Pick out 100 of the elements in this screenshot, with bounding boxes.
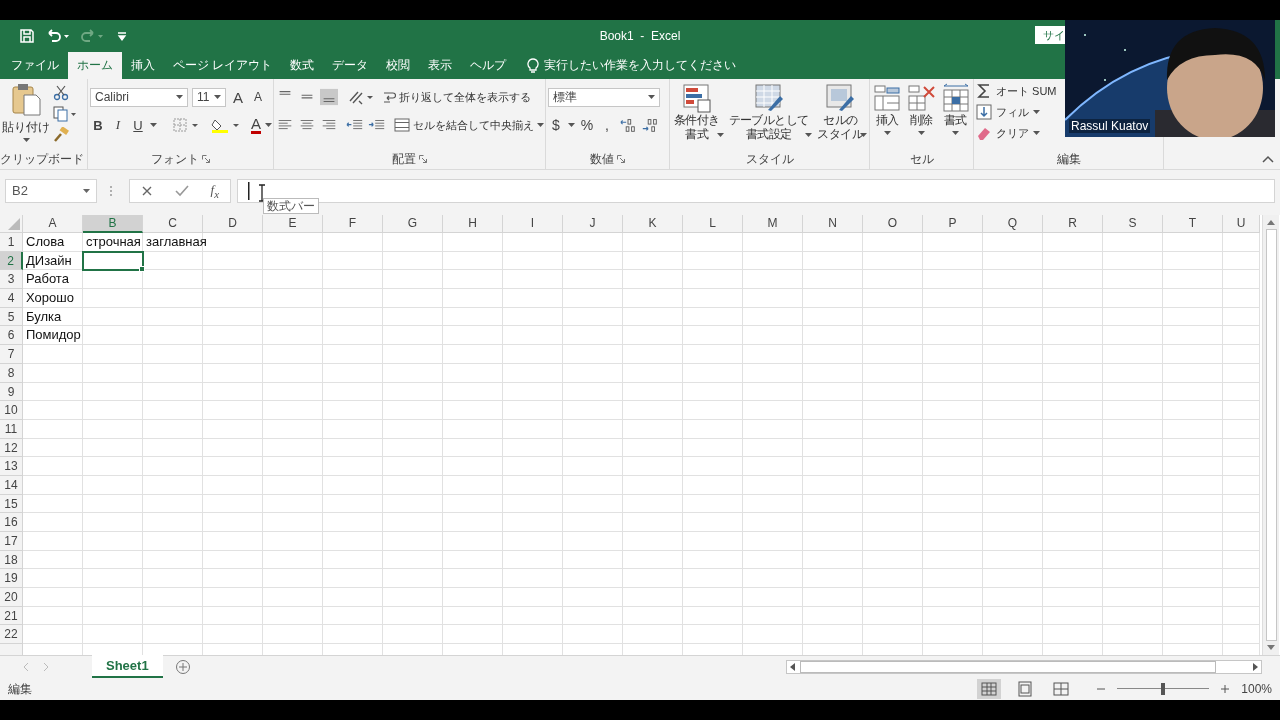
row-header[interactable]: 7: [0, 345, 23, 364]
ribbon-tab[interactable]: ファイル: [2, 52, 68, 79]
row-header[interactable]: 20: [0, 588, 23, 607]
paste-button[interactable]: 貼り付け: [2, 83, 50, 142]
column-header[interactable]: L: [683, 215, 743, 233]
row-header[interactable]: 3: [0, 270, 23, 290]
currency-button[interactable]: $: [548, 117, 564, 133]
decrease-decimal-icon[interactable]: [641, 117, 659, 133]
scroll-up-icon[interactable]: [1267, 219, 1275, 225]
editing-button[interactable]: クリア: [976, 125, 1040, 141]
launcher-icon[interactable]: [419, 155, 427, 163]
font-color-button[interactable]: A: [251, 116, 261, 134]
table-cell[interactable]: Слова: [23, 233, 83, 252]
collapse-ribbon-icon[interactable]: [1262, 155, 1274, 163]
row-header[interactable]: 19: [0, 569, 23, 589]
table-cell[interactable]: строчная: [83, 233, 143, 252]
row-header[interactable]: 22: [0, 625, 23, 645]
table-cell[interactable]: Работа: [23, 270, 83, 290]
ribbon-tab[interactable]: 校閲: [377, 52, 420, 79]
ribbon-tab[interactable]: 数式: [281, 52, 324, 79]
percent-button[interactable]: %: [579, 117, 595, 133]
scroll-left-icon[interactable]: [790, 663, 796, 671]
table-cell[interactable]: ДИзайн: [23, 251, 83, 271]
comma-button[interactable]: ,: [599, 117, 615, 133]
add-sheet-icon[interactable]: [174, 659, 191, 675]
column-header[interactable]: D: [203, 215, 263, 233]
launcher-icon[interactable]: [202, 155, 210, 163]
table-cell[interactable]: Помидор: [23, 326, 83, 346]
column-header[interactable]: T: [1163, 215, 1223, 233]
column-header[interactable]: P: [923, 215, 983, 233]
style-button[interactable]: セルの スタイル: [815, 83, 868, 141]
ribbon-tab[interactable]: 表示: [419, 52, 462, 79]
horizontal-scrollbar[interactable]: [786, 660, 1262, 674]
grow-font-button[interactable]: A: [230, 88, 246, 106]
column-header[interactable]: F: [323, 215, 383, 233]
zoom-out-icon[interactable]: [1097, 685, 1106, 693]
style-button[interactable]: テーブルとして 書式設定: [726, 83, 813, 141]
fill-color-icon[interactable]: [211, 117, 241, 133]
column-header[interactable]: Q: [983, 215, 1043, 233]
column-header[interactable]: G: [383, 215, 443, 233]
row-header[interactable]: 17: [0, 532, 23, 551]
vertical-scrollbar[interactable]: [1262, 215, 1279, 655]
column-header[interactable]: R: [1043, 215, 1103, 233]
column-header[interactable]: K: [623, 215, 683, 233]
caret-icon[interactable]: [568, 123, 575, 127]
editing-button[interactable]: オート SUM: [976, 83, 1057, 99]
select-all-icon[interactable]: [8, 218, 20, 230]
zoom-in-icon[interactable]: [1221, 685, 1230, 693]
ribbon-tab[interactable]: 挿入: [122, 52, 164, 79]
row-header[interactable]: 10: [0, 401, 23, 420]
name-box[interactable]: B2: [5, 178, 97, 203]
next-sheet-icon[interactable]: [42, 662, 50, 672]
scissors-icon[interactable]: [53, 85, 69, 101]
column-header[interactable]: M: [743, 215, 803, 233]
save-icon[interactable]: [19, 28, 35, 44]
column-header[interactable]: S: [1103, 215, 1163, 233]
column-header[interactable]: H: [443, 215, 503, 233]
row-header[interactable]: 1: [0, 233, 23, 252]
cells-button[interactable]: 書式: [940, 83, 971, 135]
row-header[interactable]: 16: [0, 513, 23, 532]
font-name-field[interactable]: Calibri: [90, 87, 188, 107]
font-size-field[interactable]: 11: [192, 87, 226, 107]
row-header[interactable]: 6: [0, 326, 23, 346]
merge-center-button[interactable]: セルを結合して中央揃え: [394, 117, 544, 133]
column-header[interactable]: E: [263, 215, 323, 233]
tell-me-field[interactable]: 実行したい作業を入力してください: [544, 57, 737, 74]
shrink-font-button[interactable]: A: [250, 90, 266, 104]
column-header[interactable]: O: [863, 215, 923, 233]
column-header[interactable]: U: [1223, 215, 1260, 233]
orientation-icon[interactable]: [348, 89, 374, 105]
italic-button[interactable]: I: [110, 117, 126, 133]
row-header[interactable]: 13: [0, 457, 23, 476]
caret-icon[interactable]: [265, 123, 272, 127]
vertical-align-icon[interactable]: [320, 88, 338, 106]
ribbon-tab[interactable]: データ: [323, 52, 378, 79]
scroll-right-icon[interactable]: [1252, 663, 1258, 671]
caret-icon[interactable]: [150, 123, 157, 127]
column-header[interactable]: A: [23, 215, 83, 233]
zoom-level[interactable]: 100%: [1241, 682, 1272, 696]
column-header[interactable]: B: [83, 215, 143, 233]
previous-sheet-icon[interactable]: [22, 662, 30, 672]
format-painter-icon[interactable]: [53, 127, 69, 143]
column-header[interactable]: N: [803, 215, 863, 233]
number-format-field[interactable]: 標準: [548, 87, 660, 107]
cells-button[interactable]: 挿入: [872, 83, 903, 135]
column-header[interactable]: I: [503, 215, 563, 233]
insert-function-button[interactable]: f$_{x}$: [210, 181, 220, 200]
launcher-icon[interactable]: [617, 155, 625, 163]
underline-button[interactable]: U: [130, 117, 146, 133]
increase-decimal-icon[interactable]: [619, 117, 637, 133]
editing-button[interactable]: フィル: [976, 104, 1040, 120]
grip-icon[interactable]: [109, 183, 113, 198]
column-header[interactable]: J: [563, 215, 623, 233]
copy-icon[interactable]: [53, 106, 77, 122]
ribbon-tab[interactable]: ホーム: [68, 52, 122, 79]
sign-in-button[interactable]: サイ: [1035, 26, 1065, 44]
table-cell[interactable]: Хорошо: [23, 289, 83, 308]
row-header[interactable]: 4: [0, 289, 23, 308]
check-icon[interactable]: [174, 184, 189, 197]
ribbon-tab[interactable]: ページ レイアウト: [164, 52, 282, 79]
